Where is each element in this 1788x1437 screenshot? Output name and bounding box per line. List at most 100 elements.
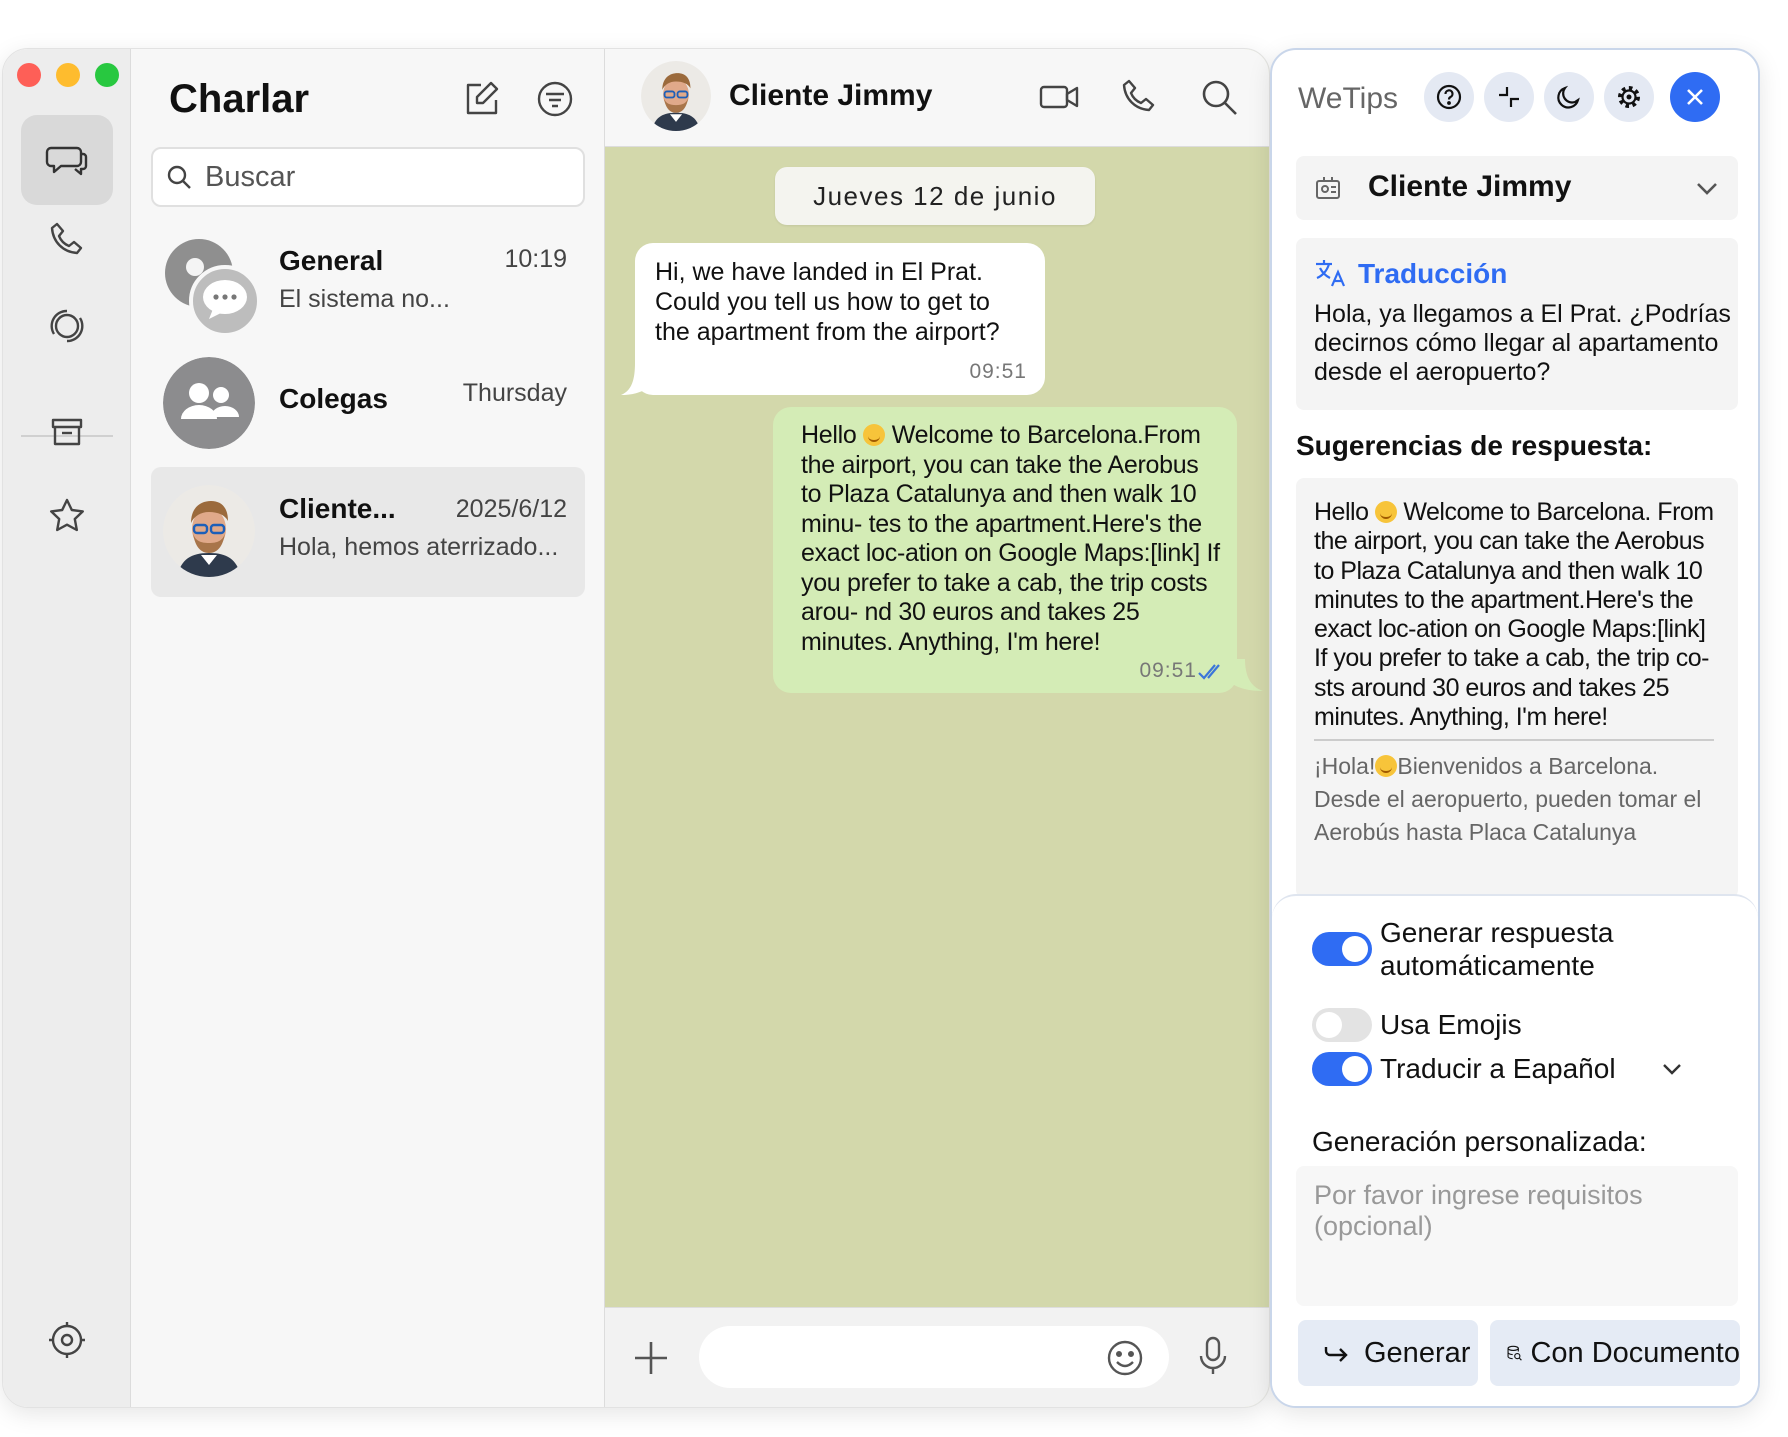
toggle-knob (1316, 1012, 1342, 1038)
chat-item-general[interactable]: General 10:19 El sistema no... (151, 219, 585, 349)
auto-reply-toggle[interactable] (1312, 932, 1372, 966)
rail-status-button[interactable] (21, 281, 113, 371)
chat-item-cliente-jimmy[interactable]: Cliente... 2025/6/12 Hola, hemos aterriz… (151, 467, 585, 597)
emojis-label: Usa Emojis (1380, 1009, 1522, 1040)
status-ring-icon (50, 309, 84, 343)
message-text-rest: Welcome to Barcelona.From the airport, y… (801, 421, 1220, 656)
chat-item-colegas[interactable]: Colegas Thursday (151, 339, 585, 469)
message-text: Hi, we have landed in El Prat. Could you… (655, 258, 1000, 346)
navigation-rail (3, 49, 131, 1407)
settings-sheet: Generar respuesta automáticamente Usa Em… (1272, 894, 1758, 1406)
emojis-toggle[interactable] (1312, 1008, 1372, 1042)
suggestion-text-start: Hello (1314, 498, 1375, 526)
rail-settings-button[interactable] (21, 1295, 113, 1385)
translation-title: Traducción (1358, 258, 1508, 289)
translation-card: Traducción Hola, ya llegamos a El Prat. … (1296, 238, 1738, 410)
translate-icon (1316, 260, 1346, 287)
help-question-icon (1436, 84, 1462, 110)
contact-card-icon (1316, 177, 1340, 199)
chat-item-time: 10:19 (504, 245, 567, 273)
chat-item-preview: Hola, hemos aterrizado... (279, 533, 559, 561)
outgoing-message-bubble[interactable]: Hello Welcome to Barcelona.From the airp… (773, 407, 1237, 693)
search-input[interactable] (205, 160, 565, 194)
contact-avatar (163, 485, 255, 577)
contact-selector[interactable]: Cliente Jimmy (1296, 156, 1738, 220)
language-chevron-down-icon[interactable] (1660, 1060, 1684, 1078)
search-box (151, 147, 585, 207)
emoji-icon[interactable] (1103, 1336, 1147, 1380)
custom-requirements-input[interactable] (1296, 1166, 1738, 1306)
message-text-start: Hello (801, 421, 864, 449)
man-with-glasses-avatar-icon (641, 61, 711, 131)
collapse-arrows-icon (1499, 87, 1519, 107)
suggestion-divider (1314, 739, 1714, 741)
voice-call-icon[interactable] (1117, 75, 1161, 119)
with-document-label: Con Documento (1530, 1336, 1740, 1369)
conversation-panel: Cliente Jimmy Jueves 12 de junio Hi, we … (605, 49, 1269, 1407)
phone-icon (50, 222, 83, 255)
system-chat-avatar-icon (165, 239, 261, 337)
smiling-face-emoji (1374, 501, 1397, 523)
conversation-header: Cliente Jimmy (605, 49, 1269, 147)
moon-icon (1557, 85, 1580, 109)
contact-avatar[interactable] (641, 61, 711, 131)
selected-contact-name: Cliente Jimmy (1368, 170, 1572, 203)
gear-icon (1618, 86, 1640, 108)
group-avatar (163, 357, 255, 449)
suggestion-spanish: ¡Hola! Bienvenidos a Barcelona. Desde el … (1314, 750, 1726, 849)
zoom-window-button[interactable] (95, 63, 119, 87)
wetips-title: WeTips (1298, 82, 1399, 115)
chat-item-name: General (279, 245, 384, 276)
dark-mode-button[interactable] (1544, 72, 1594, 122)
chat-list-title: Charlar (169, 77, 310, 121)
collapse-button[interactable] (1484, 72, 1534, 122)
message-time: 09:51 (1139, 658, 1197, 682)
message-time: 09:51 (969, 360, 1027, 383)
wetips-panel: WeTips Cliente Jimmy Traducción Hola, ya… (1270, 48, 1760, 1408)
compose-icon[interactable] (461, 79, 501, 119)
rail-starred-button[interactable] (21, 471, 113, 561)
help-button[interactable] (1424, 72, 1474, 122)
group-people-icon (163, 357, 255, 449)
incoming-message-bubble[interactable]: Hi, we have landed in El Prat. Could you… (635, 243, 1045, 395)
translate-toggle[interactable] (1312, 1052, 1372, 1086)
reply-arrow-icon (1324, 1347, 1348, 1362)
settings-gear-icon (49, 1322, 85, 1358)
group-avatar (163, 237, 261, 337)
chevron-down-icon (1697, 183, 1717, 195)
video-call-icon[interactable] (1037, 75, 1081, 119)
chat-list-panel: Charlar Buscar General 10:19 El sistema … (131, 49, 605, 1407)
chat-item-time: 2025/6/12 (455, 495, 567, 523)
search-icon[interactable] (1197, 75, 1241, 119)
suggestion-card[interactable]: Hello Welcome to Barcelona. From the air… (1296, 478, 1738, 898)
plus-icon[interactable] (629, 1336, 673, 1380)
window-controls (17, 63, 119, 87)
microphone-icon[interactable] (1191, 1334, 1235, 1378)
message-input[interactable] (699, 1326, 1169, 1388)
chat-item-preview: El sistema no... (279, 285, 450, 313)
close-window-button[interactable] (17, 63, 41, 87)
suggestion-es-start: ¡Hola! (1314, 753, 1376, 779)
chat-item-time: Thursday (462, 379, 567, 407)
close-panel-button[interactable] (1670, 72, 1720, 122)
message-composer (605, 1307, 1269, 1407)
conversation-contact-name: Cliente Jimmy (729, 79, 933, 112)
filter-icon[interactable] (535, 79, 575, 119)
rail-chats-button[interactable] (21, 115, 113, 205)
toggle-knob (1342, 936, 1368, 962)
rail-archive-button[interactable] (21, 387, 113, 477)
minimize-window-button[interactable] (56, 63, 80, 87)
double-check-read-icon (1198, 664, 1220, 680)
archive-icon (51, 418, 83, 446)
custom-generation-title: Generación personalizada: (1312, 1126, 1647, 1157)
document-search-icon (1507, 1345, 1522, 1361)
with-document-button[interactable]: Con Documento (1490, 1320, 1740, 1386)
man-with-glasses-avatar-icon (163, 485, 255, 577)
star-icon (50, 498, 84, 532)
auto-reply-label: Generar respuesta automáticamente (1380, 917, 1614, 981)
generate-button[interactable]: Generar (1298, 1320, 1478, 1386)
settings-button[interactable] (1604, 72, 1654, 122)
suggestions-title: Sugerencias de respuesta: (1296, 430, 1653, 461)
close-icon (1687, 89, 1703, 105)
rail-calls-button[interactable] (21, 195, 113, 285)
